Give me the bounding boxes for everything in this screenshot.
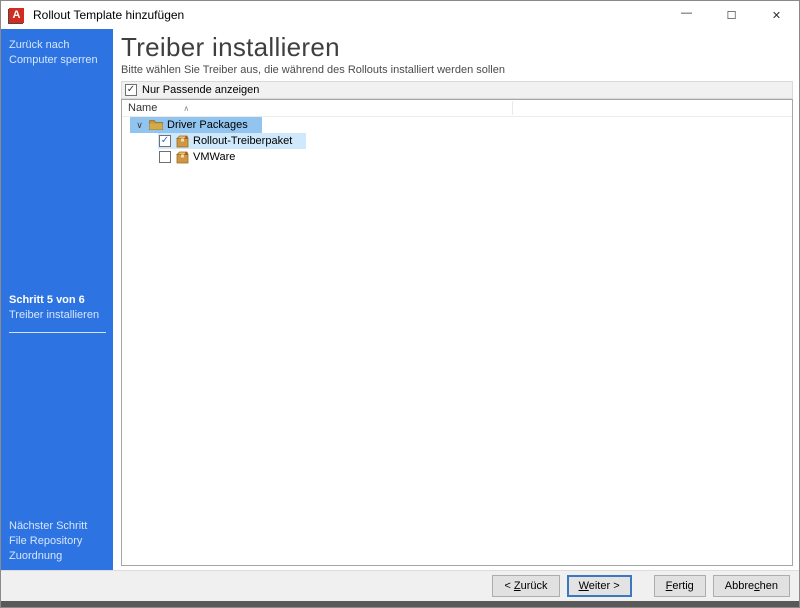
tree-row-rollout-treiberpaket[interactable]: ✓ Rollout-Treiberpaket — [122, 133, 792, 149]
column-header-name: Name — [128, 102, 157, 114]
back-button[interactable]: < Zurück — [492, 575, 559, 597]
main-content: Treiber installieren Bitte wählen Sie Tr… — [113, 29, 799, 570]
page-title: Treiber installieren — [121, 31, 793, 63]
column-divider[interactable] — [512, 101, 513, 115]
caption-buttons: — ☐ ✕ — [664, 1, 799, 29]
tree-item-label: Driver Packages — [167, 119, 248, 131]
window-title: Rollout Template hinzufügen — [33, 8, 184, 22]
sort-ascending-icon: ∧ — [183, 104, 189, 113]
selection-highlight: ∨ Driver Packages — [130, 117, 262, 133]
filter-checkbox[interactable]: ✓ — [125, 84, 137, 96]
window-body: Zurück nach Computer sperren Schritt 5 v… — [1, 29, 799, 570]
check-icon: ✓ — [161, 135, 169, 146]
finish-button[interactable]: Fertig — [654, 575, 706, 597]
wizard-window: A Rollout Template hinzufügen — ☐ ✕ Zurü… — [0, 0, 800, 608]
cancel-button[interactable]: Abbrechen — [713, 575, 790, 597]
sidebar-back-link[interactable]: Zurück nach Computer sperren — [9, 38, 105, 68]
step-counter: Schritt 5 von 6 — [9, 293, 106, 308]
item-checkbox-checked[interactable]: ✓ — [159, 135, 171, 147]
minimize-icon: — — [681, 7, 692, 19]
tree-row-driver-packages[interactable]: ∨ Driver Packages — [122, 117, 792, 133]
wizard-footer: < Zurück Weiter > Fertig Abbrechen — [1, 570, 799, 601]
row-content: VMWare — [158, 149, 249, 165]
tree-row-vmware[interactable]: VMWare — [122, 149, 792, 165]
chevron-down-icon[interactable]: ∨ — [133, 120, 146, 131]
package-icon — [176, 151, 189, 164]
next-step-name: File Repository Zuordnung — [9, 534, 106, 564]
back-link-line2: Computer sperren — [9, 53, 105, 68]
folder-icon — [149, 119, 163, 131]
sidebar-next-step: Nächster Schritt File Repository Zuordnu… — [9, 519, 106, 564]
tree-item-label: VMWare — [193, 151, 235, 163]
sidebar-progress: Schritt 5 von 6 Treiber installieren — [9, 293, 106, 333]
next-button[interactable]: Weiter > — [567, 575, 632, 597]
maximize-button[interactable]: ☐ — [709, 1, 754, 29]
close-icon: ✕ — [772, 9, 781, 22]
back-link-line1: Zurück nach — [9, 38, 105, 53]
filter-band: ✓ Nur Passende anzeigen — [121, 81, 793, 99]
package-icon — [176, 135, 189, 148]
next-step-label: Nächster Schritt — [9, 519, 106, 534]
title-bar: A Rollout Template hinzufügen — ☐ ✕ — [1, 1, 799, 29]
current-step-name: Treiber installieren — [9, 308, 106, 323]
tree-column-header[interactable]: Name ∧ — [122, 100, 792, 117]
app-icon: A — [9, 8, 24, 23]
selection-highlight-light: ✓ Rollout-Treiberpaket — [158, 133, 306, 149]
filter-checkbox-label[interactable]: Nur Passende anzeigen — [142, 84, 259, 96]
check-icon: ✓ — [127, 84, 135, 95]
tree-item-label: Rollout-Treiberpaket — [193, 135, 292, 147]
minimize-button[interactable]: — — [664, 1, 709, 29]
maximize-icon: ☐ — [727, 9, 737, 22]
close-button[interactable]: ✕ — [754, 1, 799, 29]
page-subtitle: Bitte wählen Sie Treiber aus, die währen… — [121, 64, 793, 77]
progress-divider — [9, 332, 106, 333]
driver-tree-panel: Name ∧ ∨ Driver Packages — [121, 99, 793, 566]
item-checkbox-unchecked[interactable] — [159, 151, 171, 163]
wizard-sidebar: Zurück nach Computer sperren Schritt 5 v… — [1, 29, 113, 570]
window-bottom-edge[interactable] — [1, 601, 799, 607]
